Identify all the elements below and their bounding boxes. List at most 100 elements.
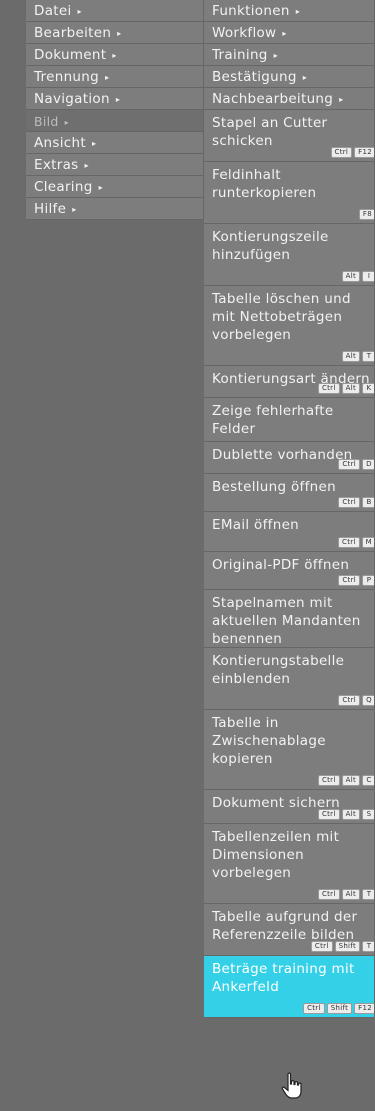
- submenu-item-label: Beträge training mit Ankerfeld: [212, 961, 355, 995]
- submenu-arrow-icon: ▸: [115, 95, 121, 104]
- menu-item-ansicht[interactable]: Ansicht ▸: [26, 132, 204, 154]
- shortcut-key: Ctrl: [338, 537, 360, 548]
- submenu-item-bestellung-oeffnen[interactable]: Bestellung öffnen Ctrl B: [204, 474, 375, 512]
- menu-item-label: Hilfe: [34, 201, 67, 217]
- shortcut-key: K: [362, 383, 374, 394]
- shortcut-key: D: [362, 459, 374, 470]
- submenu-item-label: Nachbearbeitung: [212, 91, 334, 107]
- submenu-item-label: Bestätigung: [212, 69, 297, 85]
- shortcut-key: T: [362, 351, 374, 362]
- submenu-item-label: Kontierungstabelle einblenden: [212, 653, 345, 687]
- menu-item-label: Trennung: [34, 69, 100, 85]
- menu-item-navigation[interactable]: Navigation ▸: [26, 88, 204, 110]
- menu-item-label: Ansicht: [34, 135, 86, 151]
- shortcut-key: Ctrl: [317, 809, 340, 820]
- hand-pointer-icon: [281, 1072, 302, 1099]
- keyboard-shortcut: Ctrl P: [338, 575, 374, 586]
- shortcut-key: I: [362, 271, 374, 282]
- submenu-item-bestaetigung[interactable]: Bestätigung ▸: [204, 66, 375, 88]
- keyboard-shortcut: Ctrl Alt T: [317, 889, 374, 900]
- shortcut-key: M: [361, 537, 374, 548]
- submenu-item-tabelle-in-zwischenablage-kopieren[interactable]: Tabelle in Zwischenablage kopieren Ctrl Al…: [204, 710, 375, 790]
- shortcut-key: Alt: [341, 775, 360, 786]
- submenu-arrow-icon: ▸: [105, 73, 110, 82]
- menu-item-bild[interactable]: Bild ▸: [26, 110, 204, 132]
- submenu-item-zeige-fehlerhafte-felder[interactable]: Zeige fehlerhafte Felder: [204, 398, 375, 442]
- shortcut-key: T: [362, 889, 374, 900]
- submenu-arrow-icon: ▸: [282, 29, 287, 38]
- menu-item-label: Dokument: [34, 47, 107, 63]
- submenu-item-nachbearbeitung[interactable]: Nachbearbeitung ▸: [204, 88, 375, 110]
- menu-item-trennung[interactable]: Trennung ▸: [26, 66, 204, 88]
- keyboard-shortcut: Ctrl Alt S: [317, 809, 374, 820]
- submenu-item-email-oeffnen[interactable]: EMail öffnen Ctrl M: [204, 512, 375, 552]
- keyboard-shortcut: Ctrl Q: [338, 695, 374, 706]
- submenu-item-label: Bestellung öffnen: [212, 479, 336, 495]
- submenu-arrow-icon: ▸: [84, 161, 89, 170]
- shortcut-key: Ctrl: [317, 775, 340, 786]
- shortcut-key: Ctrl: [317, 889, 340, 900]
- main-menu: Datei ▸ Bearbeiten ▸ Dokument ▸ Trennung ▸ Navig…: [26, 0, 204, 220]
- shortcut-key: Shift: [334, 941, 360, 952]
- submenu-item-stapel-an-cutter-schicken[interactable]: Stapel an Cutter schicken Ctrl F12: [204, 110, 375, 162]
- shortcut-key: Alt: [341, 383, 360, 394]
- submenu-item-kontierungsart-aendern[interactable]: Kontierungsart ändern Ctrl Alt K: [204, 366, 375, 398]
- menu-item-bearbeiten[interactable]: Bearbeiten ▸: [26, 22, 204, 44]
- shortcut-key: Alt: [341, 271, 360, 282]
- submenu-item-tabellenzeilen-mit-dimensionen-vorbelegen[interactable]: Tabellenzeilen mit Dimensionen vorbelege…: [204, 824, 375, 904]
- submenu-item-label: Original-PDF öffnen: [212, 557, 350, 573]
- menu-item-clearing[interactable]: Clearing ▸: [26, 176, 204, 198]
- keyboard-shortcut: Ctrl M: [338, 537, 374, 548]
- keyboard-shortcut: F8: [358, 209, 374, 220]
- menu-item-label: Clearing: [34, 179, 93, 195]
- submenu-arrow-icon: ▸: [112, 51, 117, 60]
- shortcut-key: Alt: [341, 889, 360, 900]
- menu-item-datei[interactable]: Datei ▸: [26, 0, 204, 22]
- menu-item-extras[interactable]: Extras ▸: [26, 154, 204, 176]
- submenu-item-betraege-training-mit-ankerfeld[interactable]: Beträge training mit Ankerfeld Ctrl Shift F…: [204, 956, 375, 1018]
- shortcut-key: Ctrl: [338, 695, 360, 706]
- submenu-item-label: Dublette vorhanden: [212, 447, 353, 463]
- submenu-arrow-icon: ▸: [302, 73, 308, 82]
- submenu-arrow-icon: ▸: [117, 29, 122, 38]
- keyboard-shortcut: Ctrl F12: [330, 147, 374, 158]
- submenu-item-kontierungstabelle-einblenden[interactable]: Kontierungstabelle einblenden Ctrl Q: [204, 648, 375, 710]
- submenu-item-dokument-sichern[interactable]: Dokument sichern Ctrl Alt S: [204, 790, 375, 824]
- submenu-item-label: Tabelle aufgrund der Referenzzeile bilde…: [212, 909, 358, 943]
- submenu-item-kontierungszeile-hinzufuegen[interactable]: Kontierungszeile hinzufügen Alt I: [204, 224, 375, 286]
- shortcut-key: Shift: [326, 1003, 353, 1014]
- shortcut-key: S: [362, 809, 374, 820]
- shortcut-key: T: [362, 941, 374, 952]
- submenu-item-label: EMail öffnen: [212, 517, 300, 533]
- shortcut-key: Ctrl: [303, 1003, 325, 1014]
- submenu-item-feldinhalt-runterkopieren[interactable]: Feldinhalt runterkopieren F8: [204, 162, 375, 224]
- submenu-item-tabelle-aufgrund-der-referenzzeile-bilden[interactable]: Tabelle aufgrund der Referenzzeile bilde…: [204, 904, 375, 956]
- menu-item-label: Navigation: [34, 91, 110, 107]
- submenu-item-dublette-vorhanden[interactable]: Dublette vorhanden Ctrl D: [204, 442, 375, 474]
- submenu-item-label: Tabellenzeilen mit Dimensionen vorbelege…: [212, 829, 340, 881]
- shortcut-key: B: [362, 497, 374, 508]
- submenu-item-label: Zeige fehlerhafte Felder: [212, 403, 334, 437]
- shortcut-key: Ctrl: [338, 459, 360, 470]
- submenu-arrow-icon: ▸: [72, 205, 77, 214]
- keyboard-shortcut: Ctrl D: [338, 459, 374, 470]
- submenu-item-stapelnamen-mit-aktuellen-mandanten-benennen[interactable]: Stapelnamen mit aktuellen Mandanten bene…: [204, 590, 375, 648]
- functions-submenu: Funktionen ▸ Workflow ▸ Training ▸ Bestätigung…: [204, 0, 375, 1018]
- shortcut-key: P: [362, 575, 374, 586]
- submenu-item-label: Stapel an Cutter schicken: [212, 115, 328, 149]
- menu-item-hilfe[interactable]: Hilfe ▸: [26, 198, 204, 220]
- submenu-item-label: Funktionen: [212, 3, 290, 19]
- shortcut-key: F12: [354, 1003, 374, 1014]
- submenu-item-workflow[interactable]: Workflow ▸: [204, 22, 375, 44]
- submenu-arrow-icon: ▸: [98, 183, 103, 192]
- submenu-item-training[interactable]: Training ▸: [204, 44, 375, 66]
- submenu-item-funktionen[interactable]: Funktionen ▸: [204, 0, 375, 22]
- submenu-item-original-pdf-oeffnen[interactable]: Original-PDF öffnen Ctrl P: [204, 552, 375, 590]
- submenu-arrow-icon: ▸: [339, 95, 344, 104]
- submenu-item-label: Stapelnamen mit aktuellen Mandanten bene…: [212, 595, 361, 647]
- shortcut-key: Ctrl: [310, 941, 333, 952]
- keyboard-shortcut: Ctrl Alt K: [317, 383, 374, 394]
- submenu-item-tabelle-loeschen-und-mit-nettobetraegen-vorbelegen[interactable]: Tabelle löschen und mit Nettobeträgen vo…: [204, 286, 375, 366]
- menu-item-dokument[interactable]: Dokument ▸: [26, 44, 204, 66]
- submenu-arrow-icon: ▸: [91, 139, 97, 148]
